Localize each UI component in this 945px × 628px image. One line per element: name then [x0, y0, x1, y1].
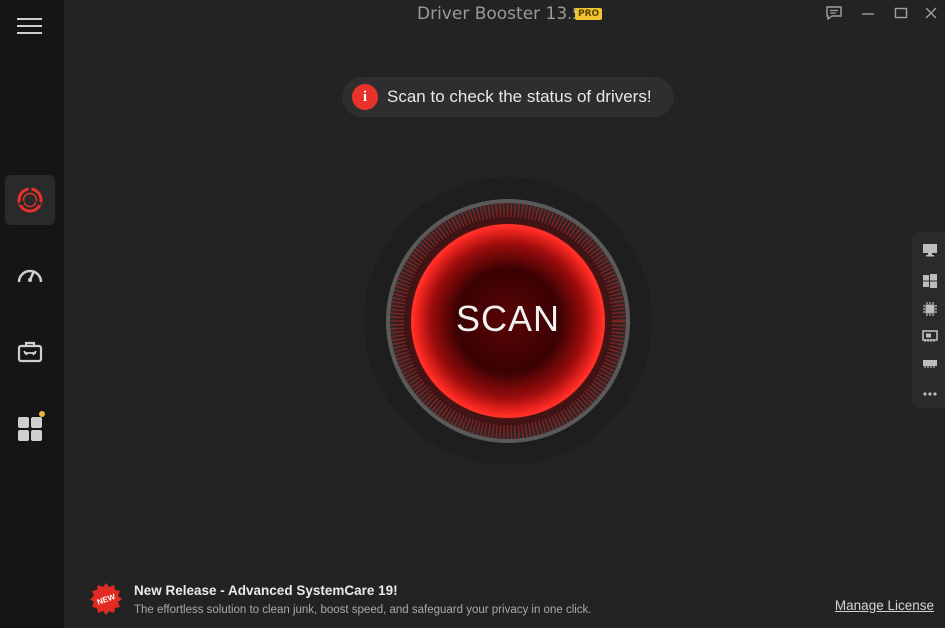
close-button[interactable]: [921, 4, 941, 22]
monitor-icon: [923, 244, 937, 257]
new-release-badge[interactable]: NEW: [89, 582, 123, 616]
menu-icon[interactable]: [17, 18, 42, 34]
device-more[interactable]: [922, 386, 938, 402]
device-memory[interactable]: [922, 355, 938, 371]
close-icon: [925, 7, 937, 19]
driver-booster-ring-icon: [17, 187, 43, 213]
network-card-icon: [922, 330, 938, 342]
device-network[interactable]: [922, 328, 938, 344]
notice-text: Scan to check the status of drivers!: [387, 87, 652, 106]
sidebar-item-driver-update[interactable]: [5, 175, 55, 225]
notification-dot: [39, 411, 45, 417]
speedometer-icon: [17, 269, 43, 283]
sidebar-item-toolbox[interactable]: [5, 327, 55, 377]
minimize-button[interactable]: [858, 4, 878, 22]
new-badge-icon: NEW: [90, 583, 122, 615]
info-alert-icon: i: [352, 84, 378, 110]
minimize-icon: [862, 13, 874, 15]
windows-icon: [923, 274, 937, 288]
app-title: Driver Booster 13.5: [417, 4, 582, 24]
release-title[interactable]: New Release - Advanced SystemCare 19!: [134, 583, 398, 598]
memory-icon: [923, 360, 937, 368]
scan-label: SCAN: [455, 298, 561, 339]
sidebar-item-boost[interactable]: [5, 251, 55, 301]
sidebar-item-action-center[interactable]: [5, 402, 55, 452]
device-panel: [912, 232, 945, 408]
sidebar: [0, 0, 64, 628]
release-description: The effortless solution to clean junk, b…: [134, 604, 592, 616]
maximize-icon: [894, 7, 908, 19]
footer: NEW New Release - Advanced SystemCare 19…: [64, 576, 945, 628]
device-processor[interactable]: [922, 301, 938, 317]
manage-license-link[interactable]: Manage License: [835, 598, 934, 613]
chat-icon: [826, 6, 842, 21]
more-icon: [923, 392, 937, 396]
chip-icon: [923, 302, 937, 316]
feedback-button[interactable]: [824, 4, 844, 22]
toolbox-icon: [17, 341, 43, 363]
scan-button[interactable]: SCAN: [364, 177, 652, 465]
scan-notice: i Scan to check the status of drivers!: [342, 77, 674, 117]
device-monitor[interactable]: [922, 242, 938, 258]
maximize-button[interactable]: [891, 4, 911, 22]
app-title-name: Driver Booster 13: [417, 4, 568, 24]
pro-badge: PRO: [575, 8, 603, 20]
device-windows[interactable]: [922, 273, 938, 289]
